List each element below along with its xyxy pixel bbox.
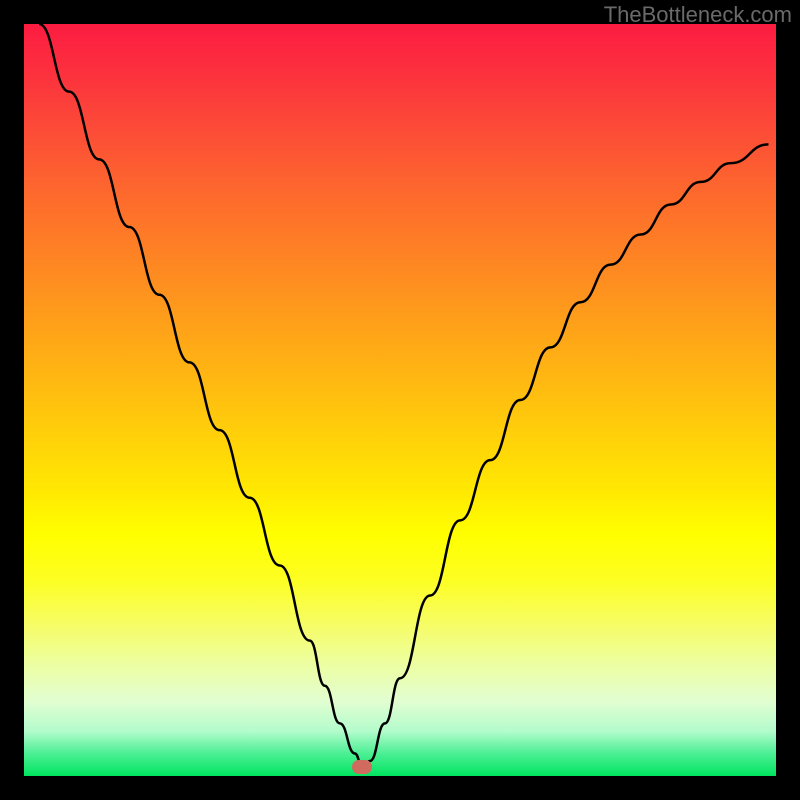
minimum-marker (352, 760, 372, 774)
plot-area (24, 24, 776, 776)
attribution-text: TheBottleneck.com (604, 2, 792, 28)
bottleneck-curve (24, 24, 776, 776)
